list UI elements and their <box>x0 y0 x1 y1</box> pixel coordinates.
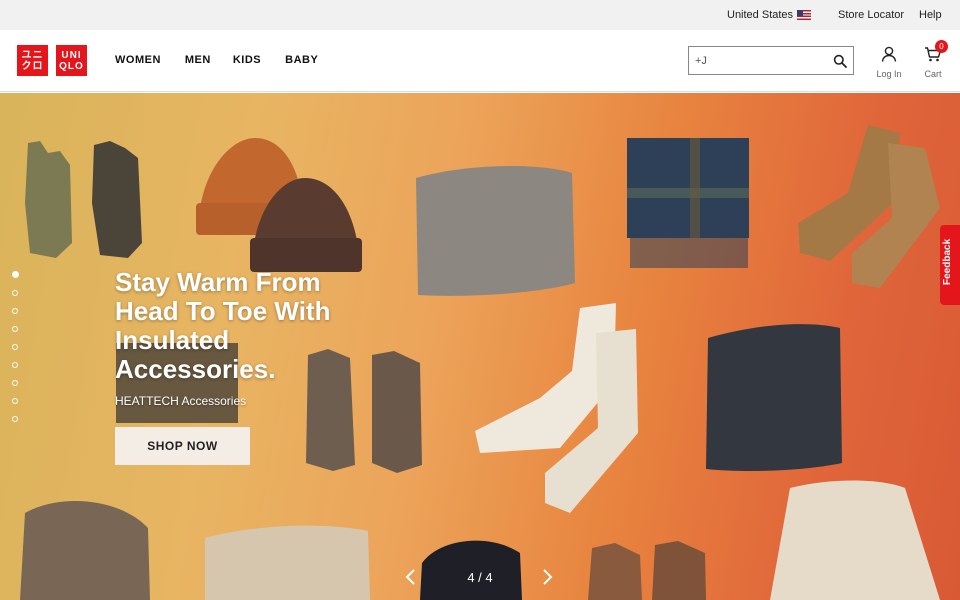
hero-text: Stay Warm From Head To Toe With Insulate… <box>115 267 375 409</box>
country-label: United States <box>727 9 794 21</box>
logo-latin-top: UNI <box>61 49 82 61</box>
carousel-dot[interactable] <box>12 326 18 332</box>
logo-katakana-bottom: クロ <box>21 60 44 72</box>
chevron-right-icon[interactable] <box>542 568 554 586</box>
carousel-dot[interactable] <box>12 344 18 350</box>
main-nav: WOMEN MEN KIDS BABY <box>115 54 342 66</box>
logo-katakana: ユニ クロ <box>17 45 48 76</box>
nav-item-women[interactable]: WOMEN <box>115 54 161 66</box>
cart-count-badge: 0 <box>935 40 948 53</box>
feedback-label: Feedback <box>942 238 953 285</box>
country-selector[interactable]: United States <box>727 9 812 21</box>
logo-katakana-top: ユニ <box>21 49 44 61</box>
carousel-dots <box>12 271 20 434</box>
utility-bar: United States Store Locator Help <box>0 0 960 30</box>
login-button[interactable]: Log In <box>874 46 904 79</box>
search-box <box>688 46 854 75</box>
cart-button[interactable]: 0 Cart <box>921 40 948 79</box>
cart-label: Cart <box>924 69 942 79</box>
carousel-dot[interactable] <box>12 290 18 296</box>
carousel-dot[interactable] <box>12 271 19 278</box>
us-flag-icon <box>797 10 812 20</box>
hero-carousel[interactable]: Stay Warm From Head To Toe With Insulate… <box>0 93 960 600</box>
help-link[interactable]: Help <box>919 9 942 21</box>
search-input[interactable] <box>695 53 825 69</box>
carousel-dot[interactable] <box>12 308 18 314</box>
carousel-dot[interactable] <box>12 398 18 404</box>
hero-headline: Stay Warm From Head To Toe With Insulate… <box>115 267 331 384</box>
carousel-dot[interactable] <box>12 380 18 386</box>
user-icon <box>881 46 897 62</box>
carousel-pager: 4 / 4 <box>400 565 560 589</box>
feedback-tab[interactable]: Feedback <box>940 225 960 305</box>
chevron-left-icon[interactable] <box>404 568 416 586</box>
carousel-dot[interactable] <box>12 362 18 368</box>
shop-now-button[interactable]: SHOP NOW <box>115 427 250 465</box>
logo-latin-bottom: QLO <box>59 60 84 72</box>
logo-latin: UNI QLO <box>56 45 87 76</box>
carousel-dot[interactable] <box>12 416 18 422</box>
site-header: ユニ クロ UNI QLO WOMEN MEN KIDS BABY Log In <box>0 30 960 92</box>
uniqlo-logo[interactable]: ユニ クロ UNI QLO <box>17 45 87 76</box>
store-locator-link[interactable]: Store Locator <box>838 9 904 21</box>
nav-item-baby[interactable]: BABY <box>285 54 318 66</box>
slide-counter: 4 / 4 <box>467 570 493 585</box>
nav-item-kids[interactable]: KIDS <box>233 54 261 66</box>
login-label: Log In <box>876 69 902 79</box>
nav-item-men[interactable]: MEN <box>185 54 211 66</box>
search-icon[interactable] <box>833 54 847 68</box>
hero-subline: HEATTECH Accessories <box>115 394 247 408</box>
